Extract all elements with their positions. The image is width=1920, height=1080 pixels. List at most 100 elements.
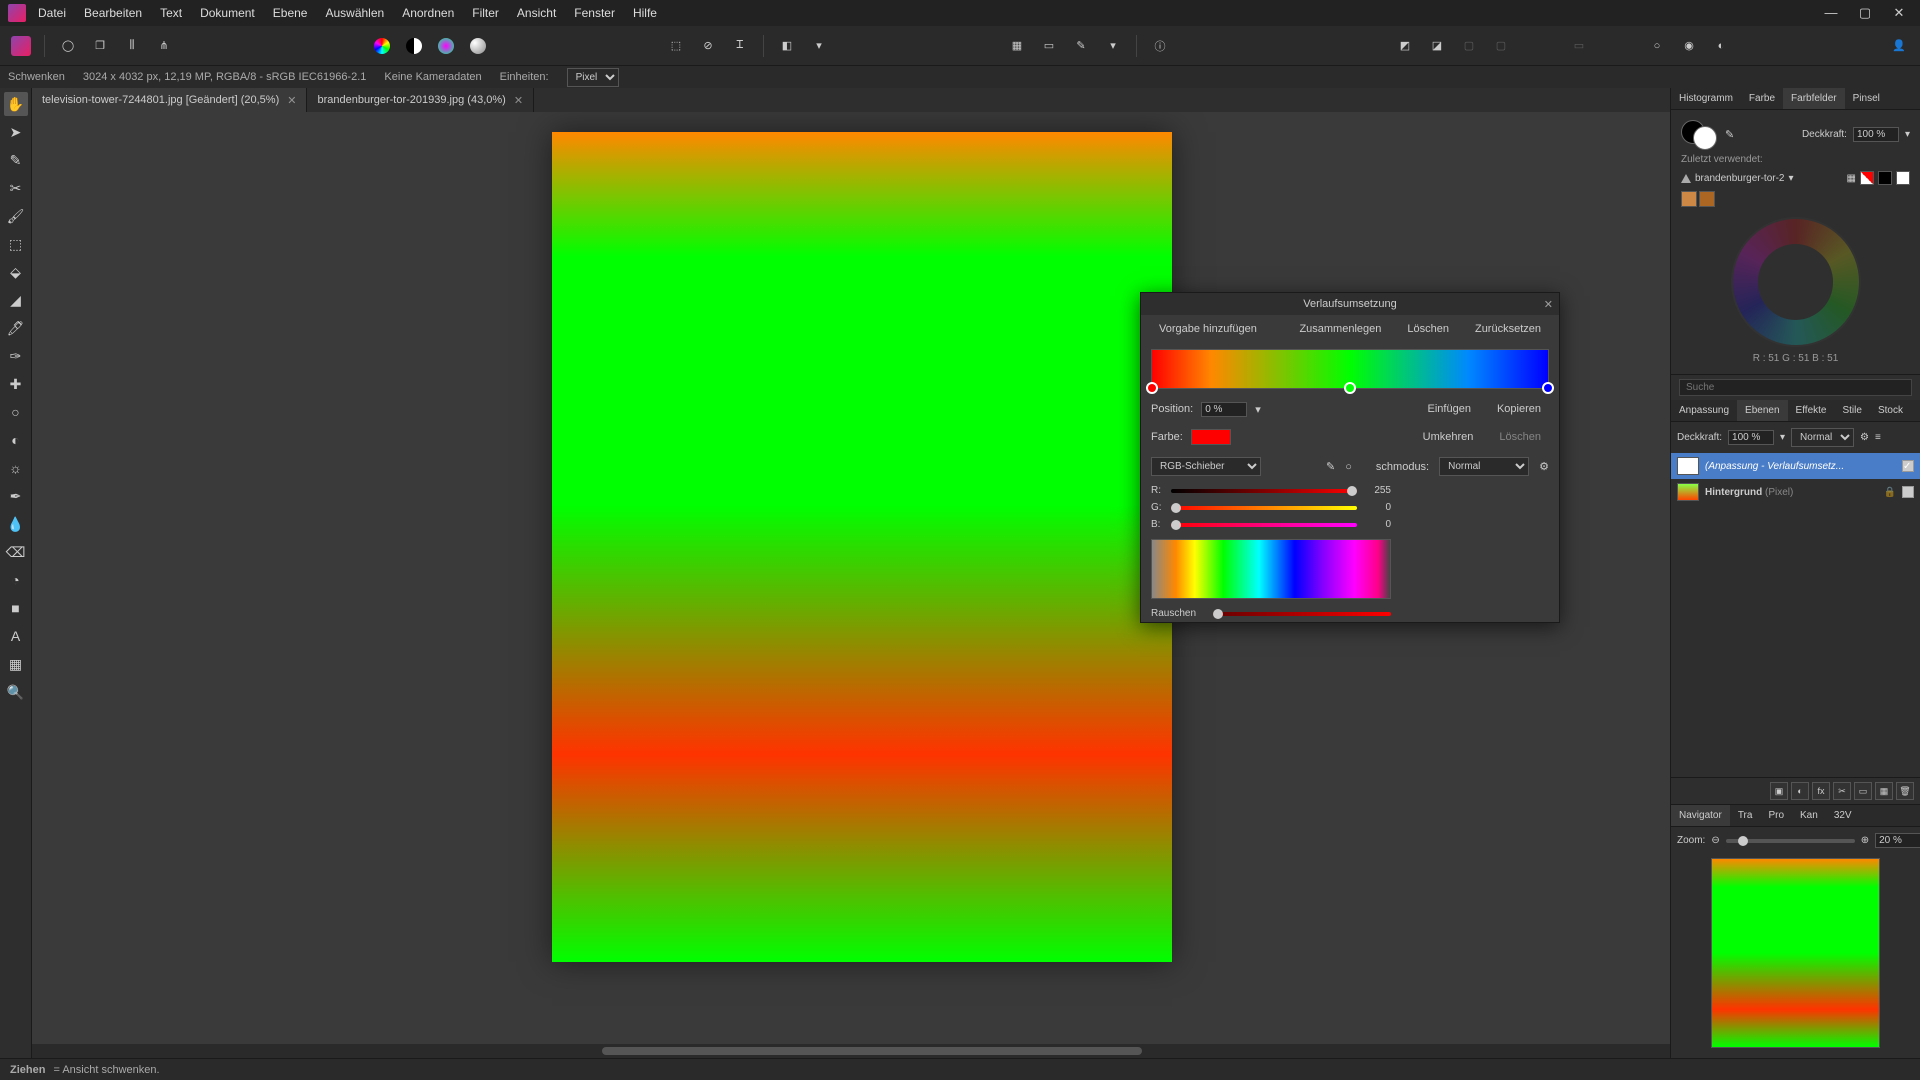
layer-btn-fx[interactable]: fx bbox=[1812, 782, 1830, 800]
position-dd[interactable]: ▾ bbox=[1255, 403, 1261, 416]
flood-tool[interactable]: ⬙ bbox=[4, 260, 28, 284]
blend-gear-icon[interactable]: ⚙ bbox=[1539, 460, 1549, 473]
layer-btn-delete[interactable]: 🗑 bbox=[1896, 782, 1914, 800]
eraser-tool[interactable]: ⌫ bbox=[4, 540, 28, 564]
position-input[interactable] bbox=[1201, 402, 1247, 417]
tab-histogram[interactable]: Histogramm bbox=[1671, 88, 1741, 109]
cursor-icon[interactable]: Ꮖ bbox=[727, 33, 753, 59]
user-icon[interactable]: 👤 bbox=[1886, 33, 1912, 59]
dropdown-icon[interactable]: ▾ bbox=[806, 33, 832, 59]
crop-icon[interactable]: ◧ bbox=[774, 33, 800, 59]
brush-tool[interactable]: 🖊 bbox=[4, 316, 28, 340]
zoom-in-icon[interactable]: ⊕ bbox=[1861, 835, 1869, 846]
menu-arrange[interactable]: Anordnen bbox=[402, 6, 454, 20]
b-slider[interactable] bbox=[1171, 523, 1357, 527]
g-slider[interactable] bbox=[1171, 506, 1357, 510]
menu-window[interactable]: Fenster bbox=[574, 6, 615, 20]
mesh-tool[interactable]: ▦ bbox=[4, 652, 28, 676]
opacity-input[interactable] bbox=[1853, 127, 1899, 142]
dialog-close[interactable]: ✕ bbox=[1544, 298, 1553, 311]
dialog-title-bar[interactable]: Verlaufsumsetzung ✕ bbox=[1141, 293, 1559, 315]
move-tool[interactable]: ➤ bbox=[4, 120, 28, 144]
delete-button[interactable]: Löschen bbox=[1399, 321, 1457, 337]
info-icon[interactable]: ⓘ bbox=[1147, 33, 1173, 59]
noise-slider[interactable] bbox=[1213, 612, 1391, 616]
menu-document[interactable]: Dokument bbox=[200, 6, 255, 20]
h-scrollbar-thumb[interactable] bbox=[602, 1047, 1142, 1055]
layer-icon[interactable]: ◩ bbox=[1392, 33, 1418, 59]
blur-tool[interactable]: ○ bbox=[4, 400, 28, 424]
copy-button[interactable]: Kopieren bbox=[1489, 401, 1549, 417]
clone-tool[interactable]: ✑ bbox=[4, 344, 28, 368]
layer-1-lock-icon[interactable]: 🔒 bbox=[1884, 487, 1896, 498]
layer-btn-folder[interactable]: ▭ bbox=[1854, 782, 1872, 800]
select-none-icon[interactable]: ⊘ bbox=[695, 33, 721, 59]
shape-tool[interactable]: ■ bbox=[4, 596, 28, 620]
share-icon[interactable]: ⋔ bbox=[151, 33, 177, 59]
gradient-stop-2[interactable] bbox=[1542, 382, 1554, 394]
heal-tool[interactable]: ✚ bbox=[4, 372, 28, 396]
select-rect-icon[interactable]: ⬚ bbox=[663, 33, 689, 59]
opacity-dropdown[interactable]: ▾ bbox=[1905, 129, 1910, 140]
wave-icon[interactable]: ⫼ bbox=[119, 33, 145, 59]
sphere-icon[interactable] bbox=[465, 33, 491, 59]
menu-file[interactable]: Datei bbox=[38, 6, 66, 20]
menu-edit[interactable]: Bearbeiten bbox=[84, 6, 142, 20]
gradient-stop-1[interactable] bbox=[1344, 382, 1356, 394]
tab-adjustment[interactable]: Anpassung bbox=[1671, 400, 1737, 421]
blend-mode-select[interactable]: Normal bbox=[1791, 428, 1854, 447]
recent-dropdown[interactable]: ▾ bbox=[1789, 173, 1794, 184]
dodge-tool[interactable]: ☼ bbox=[4, 456, 28, 480]
tab-layers[interactable]: Ebenen bbox=[1737, 400, 1787, 421]
layer-btn-crop[interactable]: ✂ bbox=[1833, 782, 1851, 800]
layer-search-input[interactable] bbox=[1679, 379, 1912, 396]
layer-0[interactable]: (Anpassung - Verlaufsumsetz... ✓ bbox=[1671, 453, 1920, 479]
color-wheel[interactable] bbox=[1731, 217, 1861, 347]
hue-strip[interactable] bbox=[1151, 539, 1391, 599]
tab-kan[interactable]: Kan bbox=[1792, 805, 1826, 826]
tab-1[interactable]: brandenburger-tor-201939.jpg (43,0%) ✕ bbox=[307, 88, 534, 112]
layer-btn-mask[interactable]: ▣ bbox=[1770, 782, 1788, 800]
paint-tool[interactable]: 🖌 bbox=[4, 204, 28, 228]
fg-color[interactable] bbox=[1693, 126, 1717, 150]
menu-select[interactable]: Auswählen bbox=[325, 6, 384, 20]
hue-icon[interactable] bbox=[433, 33, 459, 59]
cube-icon[interactable]: ❐ bbox=[87, 33, 113, 59]
swatch-1[interactable] bbox=[1699, 191, 1715, 207]
tab-stock[interactable]: Stock bbox=[1870, 400, 1911, 421]
tab-brushes[interactable]: Pinsel bbox=[1845, 88, 1888, 109]
circle3-icon[interactable]: ◐ bbox=[1708, 33, 1734, 59]
menu-help[interactable]: Hilfe bbox=[633, 6, 657, 20]
drop-tool[interactable]: 💧 bbox=[4, 512, 28, 536]
insert-button[interactable]: Einfügen bbox=[1420, 401, 1479, 417]
tab-navigator[interactable]: Navigator bbox=[1671, 805, 1730, 826]
contrast-icon[interactable] bbox=[401, 33, 427, 59]
r-slider[interactable] bbox=[1171, 489, 1357, 493]
tab-swatches[interactable]: Farbfelder bbox=[1783, 88, 1845, 109]
app-logo-icon[interactable] bbox=[8, 33, 34, 59]
layer-btn-adj[interactable]: ◐ bbox=[1791, 782, 1809, 800]
zoom-tool[interactable]: 🔍 bbox=[4, 680, 28, 704]
swatch-0[interactable] bbox=[1681, 191, 1697, 207]
swatch-white[interactable] bbox=[1896, 171, 1910, 185]
blend-op-select[interactable]: Normal bbox=[1439, 457, 1529, 476]
color-swatch[interactable] bbox=[1191, 429, 1231, 445]
text-tool[interactable]: A bbox=[4, 624, 28, 648]
tab-1-close[interactable]: ✕ bbox=[514, 94, 523, 107]
nav-preview[interactable] bbox=[1711, 858, 1880, 1048]
maximize-button[interactable]: ▢ bbox=[1852, 5, 1878, 21]
layer-opacity-input[interactable] bbox=[1728, 430, 1774, 445]
layer-0-visible[interactable]: ✓ bbox=[1902, 460, 1914, 472]
tab-pro[interactable]: Pro bbox=[1760, 805, 1792, 826]
zoom-out-icon[interactable]: ⊖ bbox=[1711, 835, 1719, 846]
hand-tool[interactable]: ✋ bbox=[4, 92, 28, 116]
add-preset-button[interactable]: Vorgabe hinzufügen bbox=[1151, 321, 1265, 337]
crop-tool[interactable]: ✂ bbox=[4, 176, 28, 200]
layer-1[interactable]: Hintergrund (Pixel) 🔒 ✓ bbox=[1671, 479, 1920, 505]
circle2-icon[interactable]: ◉ bbox=[1676, 33, 1702, 59]
refresh-icon[interactable]: ◯ bbox=[55, 33, 81, 59]
layer-opacity-dd[interactable]: ▾ bbox=[1780, 432, 1785, 443]
swatch-black[interactable] bbox=[1878, 171, 1892, 185]
menu-filter[interactable]: Filter bbox=[472, 6, 499, 20]
reset-button[interactable]: Zurücksetzen bbox=[1467, 321, 1549, 337]
